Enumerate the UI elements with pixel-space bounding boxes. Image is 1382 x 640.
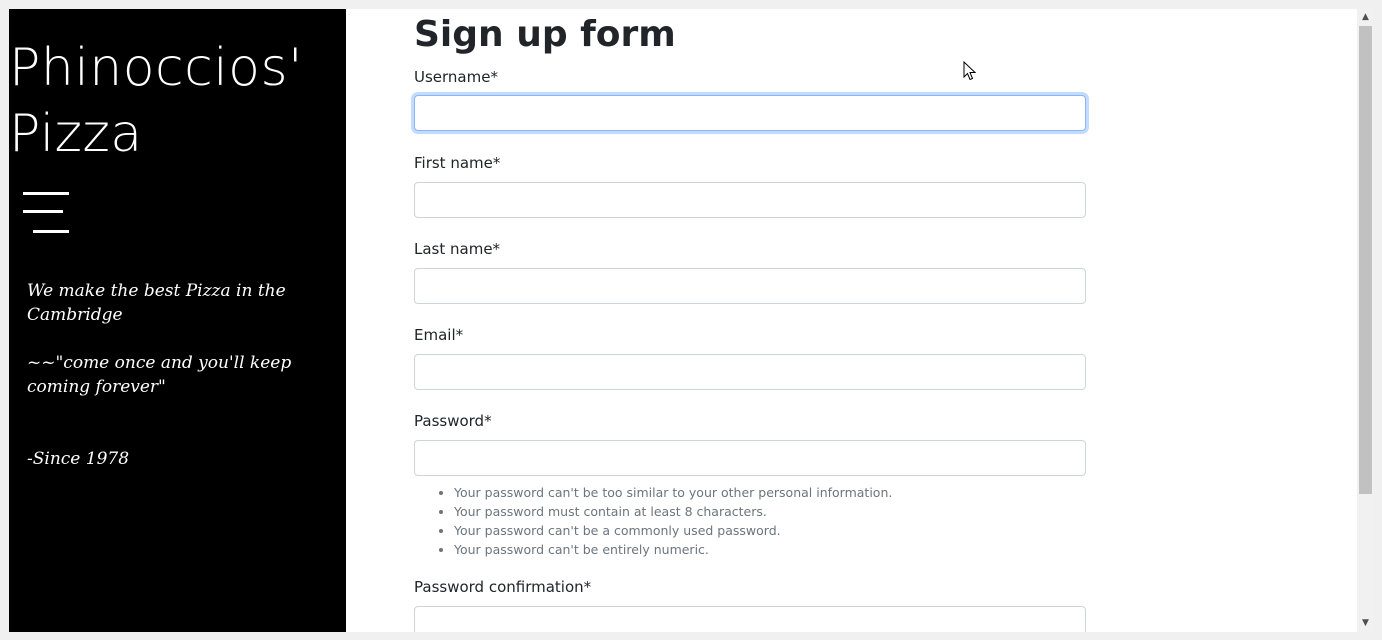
brand-line-2: Pizza <box>9 104 143 164</box>
tagline-since: -Since 1978 <box>27 449 130 469</box>
password-input[interactable] <box>414 440 1086 476</box>
page-title: Sign up form <box>414 14 676 55</box>
password-label: Password* <box>414 412 492 430</box>
sidebar: Phinoccios' Pizza We make the best Pizza… <box>9 9 346 632</box>
hamburger-menu-icon[interactable] <box>23 192 69 236</box>
last-name-label: Last name* <box>414 240 501 258</box>
username-input[interactable] <box>414 95 1086 131</box>
last-name-input[interactable] <box>414 268 1086 304</box>
browser-viewport: Phinoccios' Pizza We make the best Pizza… <box>9 9 1374 632</box>
password-help-item: Your password must contain at least 8 ch… <box>454 502 1104 521</box>
username-label: Username* <box>414 68 498 86</box>
scroll-up-arrow-icon[interactable]: ▲ <box>1357 9 1374 26</box>
mouse-cursor-icon <box>963 61 977 81</box>
first-name-input[interactable] <box>414 182 1086 218</box>
tagline-best-pizza: We make the best Pizza in the Cambridge <box>27 281 286 325</box>
password-help-item: Your password can't be entirely numeric. <box>454 540 1104 559</box>
password-help-list: Your password can't be too similar to yo… <box>414 483 1104 559</box>
password-confirmation-label: Password confirmation* <box>414 578 592 596</box>
vertical-scrollbar[interactable]: ▲ ▼ <box>1357 9 1374 632</box>
password-confirmation-input[interactable] <box>414 606 1086 632</box>
brand-line-1: Phinoccios' <box>9 38 303 98</box>
scroll-down-arrow-icon[interactable]: ▼ <box>1357 615 1374 632</box>
brand-title: Phinoccios' Pizza <box>9 35 329 167</box>
email-label: Email* <box>414 326 464 344</box>
password-help-item: Your password can't be a commonly used p… <box>454 521 1104 540</box>
email-input[interactable] <box>414 354 1086 390</box>
scroll-thumb[interactable] <box>1359 26 1372 494</box>
password-help-item: Your password can't be too similar to yo… <box>454 483 1104 502</box>
signup-form: Sign up form Username* First name* Last … <box>414 9 1114 632</box>
tagline-come-once: ~~"come once and you'll keep coming fore… <box>27 353 292 397</box>
first-name-label: First name* <box>414 154 501 172</box>
